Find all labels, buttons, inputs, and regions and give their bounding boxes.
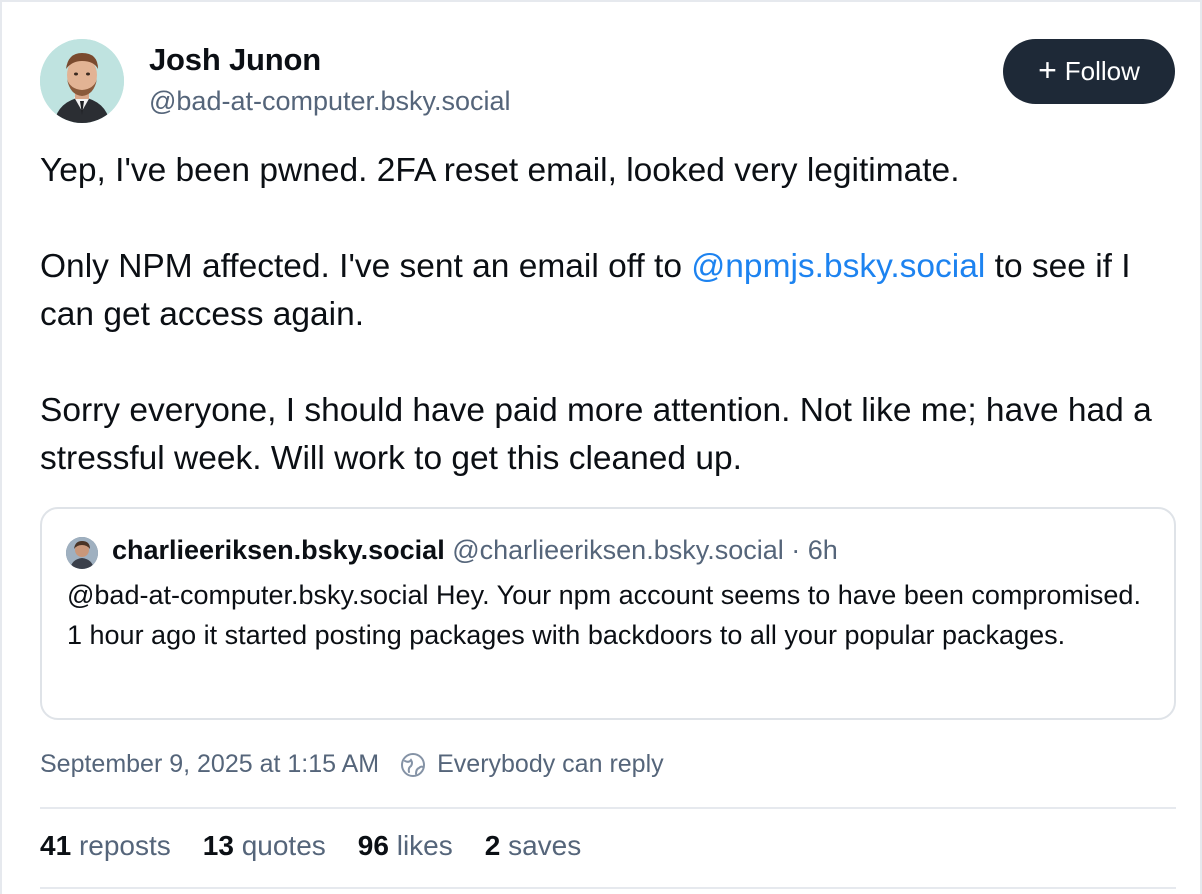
quotes-stat[interactable]: 13 quotes (203, 830, 326, 862)
divider (40, 887, 1176, 889)
quote-body-text: @bad-at-computer.bsky.social Hey. Your n… (67, 580, 1141, 650)
post-body: Yep, I've been pwned. 2FA reset email, l… (40, 147, 1170, 483)
quotes-label: quotes (241, 830, 326, 861)
follow-button-label: Follow (1064, 56, 1140, 86)
post-timestamp[interactable]: September 9, 2025 at 1:15 AM (40, 750, 379, 779)
author-avatar[interactable] (40, 39, 124, 123)
reply-setting-label: Everybody can reply (437, 750, 664, 778)
engagement-stats: 41 reposts 13 quotes 96 likes 2 saves (40, 830, 581, 862)
likes-count: 96 (357, 830, 389, 861)
post-card: Josh Junon @bad-at-computer.bsky.social … (0, 0, 1202, 894)
author-avatar-image (40, 39, 124, 123)
author-display-name[interactable]: Josh Junon (149, 42, 321, 78)
likes-stat[interactable]: 96 likes (358, 830, 453, 862)
post-meta: September 9, 2025 at 1:15 AM Everybody c… (40, 750, 664, 779)
mention-link[interactable]: @npmjs.bsky.social (691, 248, 985, 285)
post-paragraph: Yep, I've been pwned. 2FA reset email, l… (40, 152, 960, 189)
quote-author-meta: @charlieeriksen.bsky.social · 6h (444, 535, 838, 565)
reposts-count: 41 (40, 830, 72, 861)
likes-label: likes (396, 830, 453, 861)
reposts-label: reposts (78, 830, 171, 861)
reposts-stat[interactable]: 41 reposts (40, 830, 171, 862)
follow-button[interactable]: + Follow (1003, 39, 1175, 104)
quote-author-name[interactable]: charlieeriksen.bsky.social (112, 535, 445, 565)
divider (40, 807, 1176, 809)
post-paragraph: Sorry everyone, I should have paid more … (40, 392, 1152, 477)
post-paragraph: Only NPM affected. I've sent an email of… (40, 243, 1170, 339)
quotes-count: 13 (202, 830, 234, 861)
globe-icon (399, 751, 427, 779)
quote-header: charlieeriksen.bsky.social @charlieeriks… (112, 535, 838, 566)
plus-icon: + (1038, 52, 1057, 88)
saves-count: 2 (484, 830, 501, 861)
author-handle[interactable]: @bad-at-computer.bsky.social (149, 86, 511, 117)
quote-author-avatar-image (66, 537, 98, 569)
saves-label: saves (508, 830, 582, 861)
quote-author-avatar[interactable] (66, 537, 98, 569)
quoted-post[interactable]: charlieeriksen.bsky.social @charlieeriks… (40, 507, 1176, 720)
post-text-segment: Only NPM affected. I've sent an email of… (40, 248, 692, 285)
saves-stat[interactable]: 2 saves (485, 830, 582, 862)
